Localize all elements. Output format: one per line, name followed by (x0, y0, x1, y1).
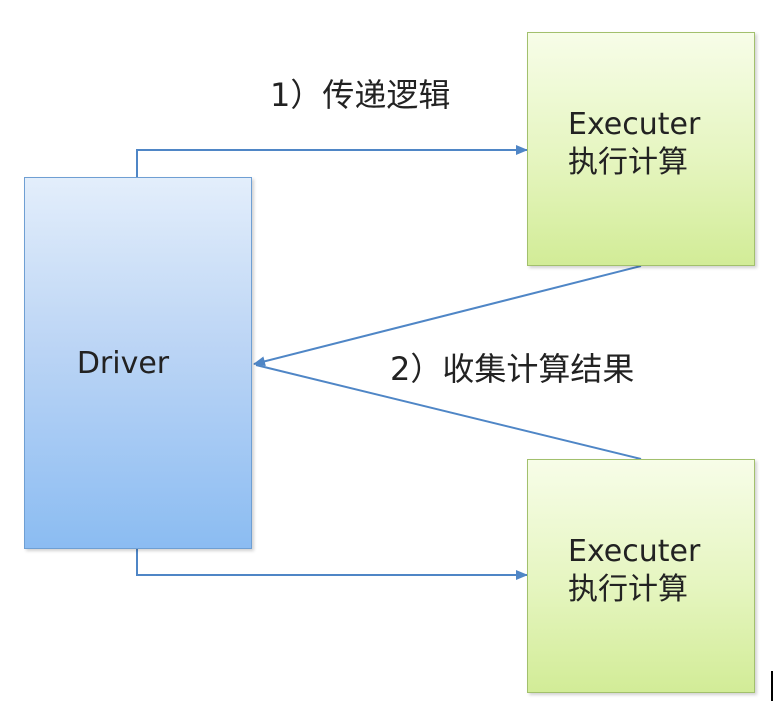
executer-1-subtitle: 执行计算 (568, 145, 688, 180)
edge-label-send-logic: 1）传递逻辑 (270, 76, 451, 114)
diagram-canvas: Driver Executer 执行计算 Executer 执行计算 1）传递逻… (0, 0, 775, 706)
executer-node-1: Executer 执行计算 (527, 32, 755, 266)
executer-2-title: Executer (568, 534, 701, 569)
executer-2-subtitle: 执行计算 (568, 572, 688, 607)
text-cursor (771, 671, 773, 701)
driver-node: Driver (24, 177, 252, 549)
executer-node-2: Executer 执行计算 (527, 459, 755, 693)
edge-label-collect-results: 2）收集计算结果 (390, 350, 635, 388)
executer-1-title: Executer (568, 107, 701, 142)
arrow-driver-to-executer-2 (136, 549, 528, 580)
arrow-driver-to-executer-1 (136, 145, 528, 177)
driver-label: Driver (76, 345, 170, 381)
